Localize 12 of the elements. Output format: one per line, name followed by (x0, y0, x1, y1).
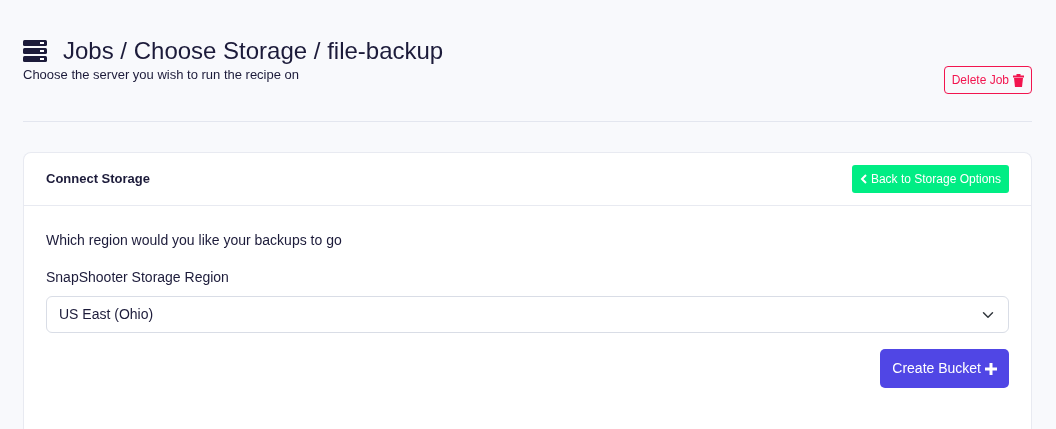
trash-icon (1013, 73, 1024, 87)
server-icon (23, 40, 47, 62)
question-text: Which region would you like your backups to go (46, 231, 343, 250)
chevron-left-icon (859, 174, 867, 184)
page-title: Jobs / Choose Storage / file-backup (63, 37, 444, 65)
card-title: Connect Storage (46, 170, 150, 189)
region-select[interactable]: US East (Ohio) (46, 296, 1009, 333)
delete-button[interactable]: Delete Job (943, 66, 1032, 94)
create-bucket-button[interactable]: Create Bucket (880, 349, 1009, 388)
page-subtitle: Choose the server you wish to run the recipe on (23, 66, 301, 84)
field-label: SnapShooter Storage Region (46, 268, 229, 287)
plus-icon (985, 362, 997, 375)
